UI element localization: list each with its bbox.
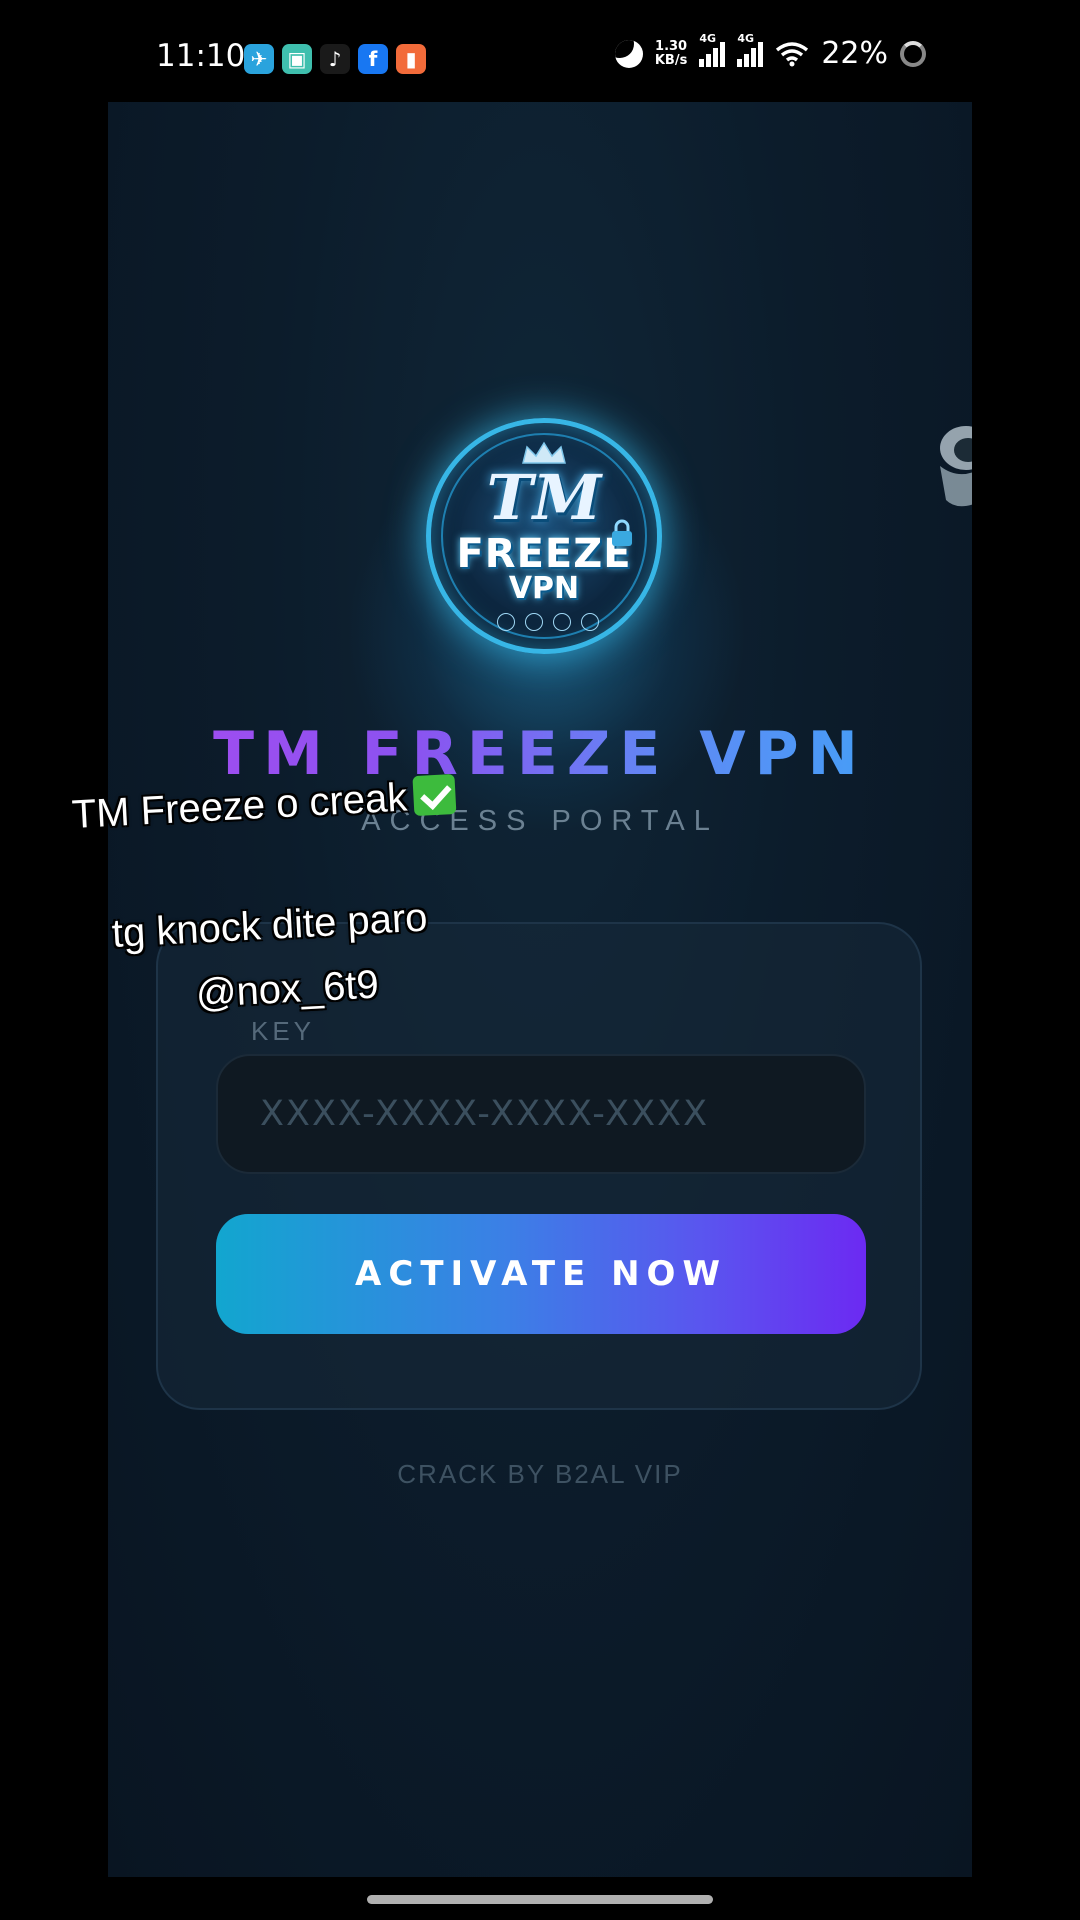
facebook-icon: f [358, 44, 388, 74]
status-time: 11:10 [156, 38, 246, 74]
notification-icons: ✈ ▣ ♪ f ▮ [244, 44, 426, 74]
network-type-label: 4G [699, 31, 716, 45]
check-mark-icon [412, 773, 457, 817]
network-speed-value: 1.30 [655, 38, 688, 54]
home-indicator[interactable] [367, 1895, 713, 1904]
network-speed: 1.30 KB/s [654, 38, 688, 68]
wifi-icon [776, 41, 809, 66]
battery-level: 22% [821, 36, 888, 71]
network-speed-unit: KB/s [654, 52, 688, 68]
overlay-caption: @nox_6t9 [194, 962, 380, 1016]
system-indicators: 1.30 KB/s 4G 4G 22% [614, 32, 926, 71]
floating-mascot-icon[interactable] [928, 420, 972, 510]
gallery-icon: ▣ [282, 44, 312, 74]
key-field-label: KEY [251, 1016, 316, 1046]
lock-icon [612, 519, 632, 546]
feature-icon [553, 613, 571, 631]
tiktok-icon: ♪ [320, 44, 350, 74]
activate-button[interactable]: ACTIVATE NOW [216, 1214, 866, 1334]
logo-feature-icons [497, 613, 599, 631]
do-not-disturb-icon [614, 39, 643, 68]
status-bar: 11:10 ✈ ▣ ♪ f ▮ 1.30 KB/s 4G 4G 22% [0, 0, 1080, 100]
feature-icon [525, 613, 543, 631]
app-title: TM FREEZE VPN [108, 719, 972, 789]
key-input[interactable] [216, 1054, 866, 1174]
signal-icon: 4G [699, 32, 726, 67]
network-type-label-2: 4G [737, 31, 754, 45]
credit-text: CRACK BY B2AL VIP [397, 1459, 683, 1489]
feature-icon [581, 613, 599, 631]
telegram-icon: ✈ [244, 44, 274, 74]
logo-text-vpn: VPN [508, 571, 580, 606]
app-logo: TM FREEZE VPN [426, 418, 662, 654]
feature-icon [497, 613, 515, 631]
signal-icon-2: 4G [737, 32, 764, 67]
store-icon: ▮ [396, 44, 426, 74]
battery-charging-icon [900, 40, 926, 67]
